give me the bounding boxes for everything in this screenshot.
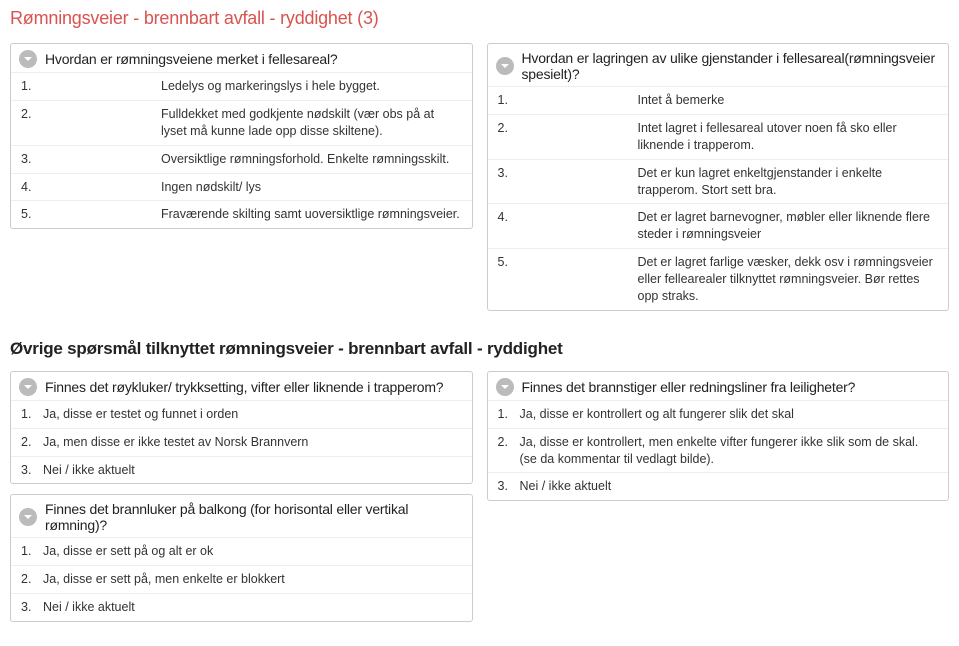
list-item: 2.Ja, men disse er ikke testet av Norsk … (11, 428, 472, 456)
list-item: 3.Nei / ikke aktuelt (488, 472, 949, 500)
chevron-down-icon (19, 50, 37, 68)
section-heading: Øvrige spørsmål tilknyttet rømningsveier… (10, 339, 949, 359)
panel-title: Hvordan er rømningsveiene merket i felle… (45, 51, 338, 67)
panel-q2: Hvordan er lagringen av ulike gjenstande… (487, 43, 950, 311)
list-item: 1.Ledelys og markeringslys i hele bygget… (11, 72, 472, 100)
panel-title: Finnes det brannluker på balkong (for ho… (45, 501, 464, 533)
panel-title: Finnes det røykluker/ trykksetting, vift… (45, 379, 443, 395)
list-item: 5.Fraværende skilting samt uoversiktlige… (11, 200, 472, 228)
chevron-down-icon (496, 378, 514, 396)
list-item: 3.Nei / ikke aktuelt (11, 456, 472, 484)
panel-title: Hvordan er lagringen av ulike gjenstande… (522, 50, 941, 82)
panel-header-q4[interactable]: Finnes det brannstiger eller redningslin… (488, 372, 949, 400)
panel-header-q2[interactable]: Hvordan er lagringen av ulike gjenstande… (488, 44, 949, 86)
list-item: 3.Nei / ikke aktuelt (11, 593, 472, 621)
chevron-down-icon (19, 508, 37, 526)
list-item: 1.Intet å bemerke (488, 86, 949, 114)
list-item: 1.Ja, disse er sett på og alt er ok (11, 537, 472, 565)
panel-header-q1[interactable]: Hvordan er rømningsveiene merket i felle… (11, 44, 472, 72)
list-item: 2.Intet lagret i fellesareal utover noen… (488, 114, 949, 159)
panel-q1: Hvordan er rømningsveiene merket i felle… (10, 43, 473, 229)
panel-q3: Finnes det røykluker/ trykksetting, vift… (10, 371, 473, 485)
page-title: Rømningsveier - brennbart avfall - ryddi… (10, 8, 949, 29)
list-item: 1.Ja, disse er kontrollert og alt funger… (488, 400, 949, 428)
chevron-down-icon (496, 57, 514, 75)
list-item: 3.Oversiktlige rømningsforhold. Enkelte … (11, 145, 472, 173)
list-item: 4.Det er lagret barnevogner, møbler elle… (488, 203, 949, 248)
panel-q5: Finnes det brannluker på balkong (for ho… (10, 494, 473, 622)
list-item: 1.Ja, disse er testet og funnet i orden (11, 400, 472, 428)
list-item: 2.Ja, disse er sett på, men enkelte er b… (11, 565, 472, 593)
list-item: 5.Det er lagret farlige væsker, dekk osv… (488, 248, 949, 310)
list-item: 2.Fulldekket med godkjente nødskilt (vær… (11, 100, 472, 145)
panel-header-q5[interactable]: Finnes det brannluker på balkong (for ho… (11, 495, 472, 537)
panel-header-q3[interactable]: Finnes det røykluker/ trykksetting, vift… (11, 372, 472, 400)
panel-q4: Finnes det brannstiger eller redningslin… (487, 371, 950, 502)
panel-title: Finnes det brannstiger eller redningslin… (522, 379, 856, 395)
chevron-down-icon (19, 378, 37, 396)
list-item: 3.Det er kun lagret enkeltgjenstander i … (488, 159, 949, 204)
list-item: 4.Ingen nødskilt/ lys (11, 173, 472, 201)
list-item: 2.Ja, disse er kontrollert, men enkelte … (488, 428, 949, 473)
